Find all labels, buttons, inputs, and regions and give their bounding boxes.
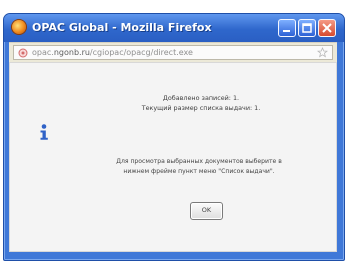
address-bar: opac.ngonb.ru/cgiopac/opacg/direct.exe (9, 42, 337, 62)
message-instructions: Для просмотра выбранных документов выбер… (74, 157, 324, 177)
close-button[interactable] (318, 19, 336, 37)
window-title: OPAC Global - Mozilla Firefox (32, 21, 212, 34)
minimize-icon (283, 30, 290, 32)
instruction-line-1: Для просмотра выбранных документов выбер… (116, 158, 282, 165)
url-field[interactable]: opac.ngonb.ru/cgiopac/opacg/direct.exe (13, 45, 333, 60)
info-icon (40, 124, 48, 140)
site-identity-icon[interactable] (18, 48, 28, 58)
maximize-icon (302, 23, 312, 33)
ok-button[interactable]: OK (190, 202, 223, 220)
instruction-line-2: нижнем фрейме пункт меню "Список выдачи"… (123, 168, 275, 175)
firefox-icon (12, 20, 26, 34)
maximize-button[interactable] (298, 19, 316, 37)
bookmark-star-icon[interactable] (317, 47, 328, 58)
window-controls (278, 19, 336, 37)
message-summary: Добавлено записей: 1. Текущий размер спи… (76, 93, 326, 113)
url-path: /cgiopac/opacg/direct.exe (89, 48, 193, 57)
added-records-text: Добавлено записей: 1. (162, 94, 240, 102)
title-bar[interactable]: OPAC Global - Mozilla Firefox (4, 14, 344, 42)
dialog-content: Добавлено записей: 1. Текущий размер спи… (9, 62, 337, 252)
url-domain: ngonb.ru (53, 48, 90, 57)
close-icon (322, 23, 332, 33)
list-size-text: Текущий размер списка выдачи: 1. (141, 104, 261, 112)
url-prefix: opac. (32, 48, 54, 57)
browser-window: OPAC Global - Mozilla Firefox opac.ngonb… (3, 13, 345, 261)
minimize-button[interactable] (278, 19, 296, 37)
url-text: opac.ngonb.ru/cgiopac/opacg/direct.exe (32, 46, 193, 59)
